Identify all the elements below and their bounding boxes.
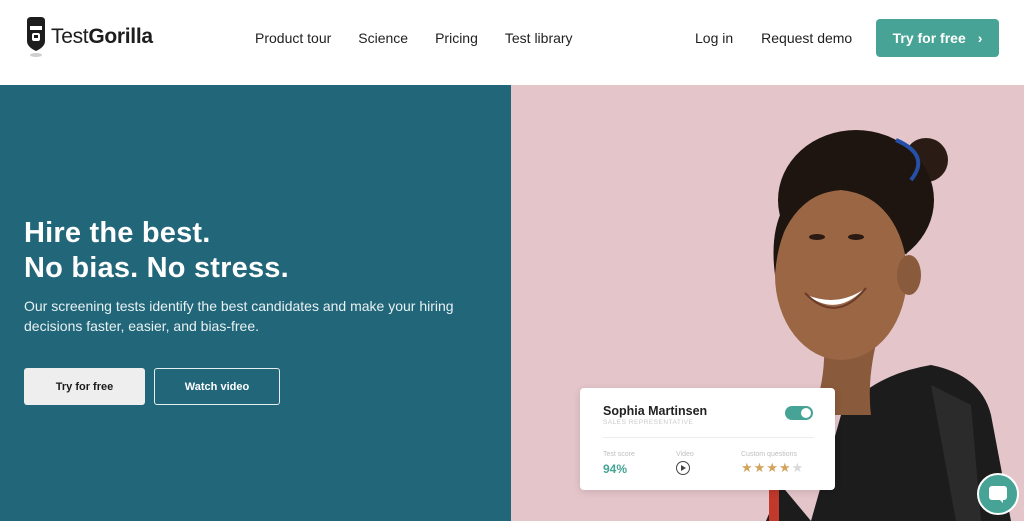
custom-questions-label: Custom questions bbox=[741, 451, 798, 458]
hero-headline: Hire the best. No bias. No stress. bbox=[24, 216, 289, 286]
nav-item-test-library[interactable]: Test library bbox=[505, 30, 573, 46]
request-demo-link[interactable]: Request demo bbox=[761, 30, 852, 46]
gorilla-logo-icon bbox=[27, 17, 45, 57]
nav-item-science[interactable]: Science bbox=[358, 30, 408, 46]
star-icon: ★ bbox=[741, 460, 754, 475]
hero-subtext: Our screening tests identify the best ca… bbox=[24, 298, 454, 334]
candidate-card: Sophia Martinsen SALES REPRESENTATIVE Te… bbox=[580, 388, 835, 490]
hero-headline-line-2: No bias. No stress. bbox=[24, 252, 289, 284]
hero-headline-line-1: Hire the best. bbox=[24, 217, 211, 249]
chat-bubble-icon bbox=[989, 486, 1007, 503]
video-label: Video bbox=[676, 451, 694, 458]
chevron-right-icon: › bbox=[977, 30, 983, 46]
site-header: TestGorilla Product tour Science Pricing… bbox=[0, 0, 1024, 85]
login-link[interactable]: Log in bbox=[695, 30, 733, 46]
test-score-label: Test score bbox=[603, 451, 635, 458]
candidate-toggle[interactable] bbox=[785, 406, 813, 420]
star-icon: ★ bbox=[753, 460, 767, 475]
try-for-free-header-label: Try for free bbox=[892, 30, 966, 46]
watch-video-button[interactable]: Watch video bbox=[154, 368, 280, 405]
nav-item-pricing[interactable]: Pricing bbox=[435, 30, 478, 46]
rating-stars: ★★★★★ bbox=[741, 460, 804, 476]
logo-text: TestGorilla bbox=[51, 25, 153, 48]
candidate-name: Sophia Martinsen bbox=[603, 404, 708, 418]
nav-item-product-tour[interactable]: Product tour bbox=[255, 30, 331, 46]
star-icon: ★ bbox=[778, 460, 792, 475]
play-circle-icon[interactable] bbox=[676, 461, 690, 475]
card-divider bbox=[603, 437, 814, 438]
star-icon: ★ bbox=[766, 460, 779, 475]
main-nav: Product tour Science Pricing Test librar… bbox=[255, 30, 600, 46]
try-for-free-header-button[interactable]: Try for free › bbox=[876, 19, 999, 57]
logo[interactable]: TestGorilla bbox=[25, 17, 153, 57]
candidate-role: SALES REPRESENTATIVE bbox=[603, 419, 694, 426]
try-for-free-button[interactable]: Try for free bbox=[24, 368, 145, 405]
auth-links: Log in Request demo bbox=[695, 30, 880, 46]
star-icon: ★ bbox=[791, 460, 805, 475]
test-score-value: 94% bbox=[603, 462, 628, 476]
chat-widget-button[interactable] bbox=[977, 473, 1019, 515]
